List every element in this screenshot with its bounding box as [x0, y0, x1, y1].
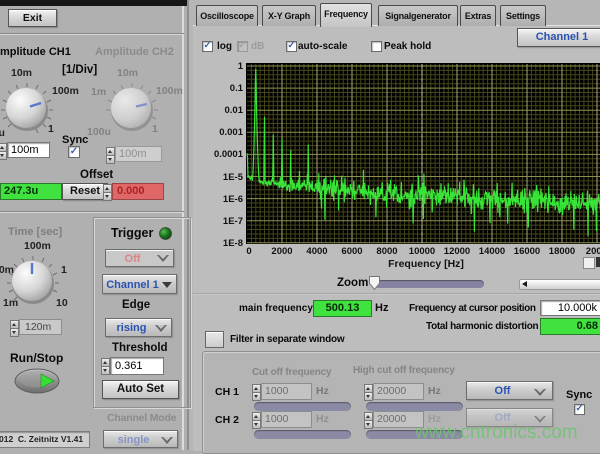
svg-text:10000: 10000 [409, 246, 435, 257]
svg-text:1E-6: 1E-6 [223, 194, 243, 205]
svg-text:16000: 16000 [514, 246, 540, 257]
svg-text:0.1: 0.1 [230, 83, 244, 94]
svg-text:1E-7: 1E-7 [223, 216, 243, 227]
svg-text:0.0001: 0.0001 [214, 149, 244, 160]
svg-text:12000: 12000 [444, 246, 470, 257]
svg-text:4000: 4000 [306, 246, 327, 257]
svg-text:0: 0 [246, 246, 251, 257]
svg-text:1E-8: 1E-8 [223, 238, 243, 249]
svg-text:14000: 14000 [479, 246, 505, 257]
svg-text:2000: 2000 [271, 246, 292, 257]
svg-text:8000: 8000 [376, 246, 397, 257]
svg-text:0.001: 0.001 [219, 127, 243, 138]
svg-text:1: 1 [238, 61, 244, 72]
svg-text:Frequency [Hz]: Frequency [Hz] [388, 258, 464, 270]
svg-text:20000: 20000 [586, 246, 600, 257]
svg-text:6000: 6000 [341, 246, 362, 257]
svg-text:18000: 18000 [549, 246, 575, 257]
svg-text:1E-5: 1E-5 [223, 172, 244, 183]
svg-text:0.01: 0.01 [225, 105, 244, 116]
